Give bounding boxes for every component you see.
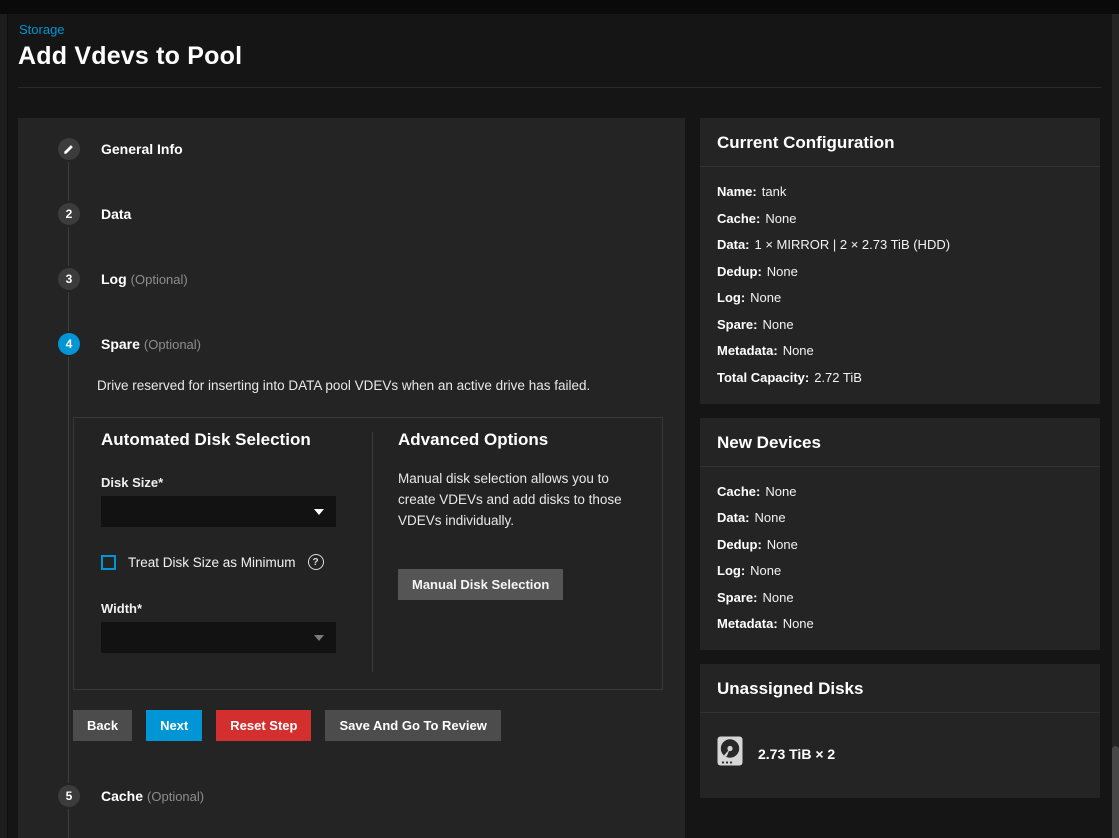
page-title: Add Vdevs to Pool — [18, 42, 242, 71]
config-row: Cache:None — [717, 211, 1083, 226]
treat-min-row: Treat Disk Size as Minimum ? — [101, 554, 324, 570]
chevron-down-icon — [314, 509, 324, 515]
step-connector — [68, 292, 69, 331]
advanced-options-description: Manual disk selection allows you to crea… — [398, 468, 640, 531]
new-devices-title: New Devices — [700, 418, 1100, 467]
step-circle-2: 2 — [58, 203, 80, 225]
scrollbar-thumb[interactable] — [1112, 746, 1119, 838]
breadcrumb-storage-link[interactable]: Storage — [19, 22, 65, 37]
next-button[interactable]: Next — [146, 710, 202, 741]
spare-step-description: Drive reserved for inserting into DATA p… — [97, 378, 590, 393]
config-row: Log:None — [717, 563, 1083, 578]
config-row: Metadata:None — [717, 616, 1083, 631]
config-row: Cache:None — [717, 484, 1083, 499]
top-edge-strip — [0, 0, 1119, 14]
unassigned-disk-label: 2.73 TiB × 2 — [758, 746, 835, 762]
step-connector — [68, 809, 69, 838]
treat-min-label: Treat Disk Size as Minimum — [128, 555, 296, 570]
column-divider — [372, 432, 373, 672]
disk-selection-box: Automated Disk Selection Disk Size* Trea… — [73, 417, 663, 690]
config-row: Dedup:None — [717, 537, 1083, 552]
width-label: Width* — [101, 601, 142, 616]
step-label: Spare(Optional) — [101, 336, 201, 352]
reset-step-button[interactable]: Reset Step — [216, 710, 311, 741]
config-row: Spare:None — [717, 317, 1083, 332]
chevron-down-icon — [314, 635, 324, 641]
step-circle-5: 5 — [58, 785, 80, 807]
summary-column: Current Configuration Name:tank Cache:No… — [700, 118, 1100, 812]
unassigned-disks-card: Unassigned Disks 2.73 TiB × 2 — [700, 664, 1100, 798]
scrollbar-track[interactable] — [1112, 14, 1119, 838]
disk-size-label: Disk Size* — [101, 475, 163, 490]
config-row: Spare:None — [717, 590, 1083, 605]
step-circle-1 — [58, 138, 80, 160]
config-row: Total Capacity:2.72 TiB — [717, 370, 1083, 385]
step-label: Log(Optional) — [101, 271, 188, 287]
step-spare[interactable]: 4 Spare(Optional) — [58, 333, 201, 355]
treat-min-checkbox[interactable] — [101, 555, 116, 570]
wizard-button-row: Back Next Reset Step Save And Go To Revi… — [73, 710, 501, 741]
step-data[interactable]: 2 Data — [58, 203, 131, 225]
step-circle-4: 4 — [58, 333, 80, 355]
step-connector — [68, 162, 69, 201]
width-select[interactable] — [101, 622, 336, 653]
step-general-info[interactable]: General Info — [58, 138, 183, 160]
automated-disk-selection-title: Automated Disk Selection — [101, 430, 311, 450]
back-button[interactable]: Back — [73, 710, 132, 741]
step-cache[interactable]: 5 Cache(Optional) — [58, 785, 204, 807]
help-icon[interactable]: ? — [308, 554, 324, 570]
hard-disk-icon — [717, 736, 743, 771]
step-label: General Info — [101, 141, 183, 157]
current-configuration-title: Current Configuration — [700, 118, 1100, 167]
step-connector — [68, 357, 69, 783]
wizard-panel: General Info 2 Data 3 Log(Optional) 4 Sp… — [18, 118, 685, 838]
step-connector — [68, 227, 69, 266]
header-divider — [18, 87, 1101, 88]
step-label: Data — [101, 206, 131, 222]
disk-size-select[interactable] — [101, 496, 336, 527]
config-row: Dedup:None — [717, 264, 1083, 279]
new-devices-card: New Devices Cache:None Data:None Dedup:N… — [700, 418, 1100, 651]
current-configuration-card: Current Configuration Name:tank Cache:No… — [700, 118, 1100, 404]
step-circle-3: 3 — [58, 268, 80, 290]
unassigned-disk-row: 2.73 TiB × 2 — [717, 730, 1083, 781]
step-log[interactable]: 3 Log(Optional) — [58, 268, 188, 290]
config-row: Name:tank — [717, 184, 1083, 199]
unassigned-disks-title: Unassigned Disks — [700, 664, 1100, 713]
config-row: Metadata:None — [717, 343, 1083, 358]
config-row: Data:None — [717, 510, 1083, 525]
config-row: Data:1 × MIRROR | 2 × 2.73 TiB (HDD) — [717, 237, 1083, 252]
step-label: Cache(Optional) — [101, 788, 204, 804]
advanced-options-title: Advanced Options — [398, 430, 548, 450]
config-row: Log:None — [717, 290, 1083, 305]
manual-disk-selection-button[interactable]: Manual Disk Selection — [398, 569, 563, 600]
save-and-review-button[interactable]: Save And Go To Review — [325, 710, 500, 741]
pencil-icon — [63, 143, 75, 155]
left-edge-strip — [0, 14, 8, 838]
